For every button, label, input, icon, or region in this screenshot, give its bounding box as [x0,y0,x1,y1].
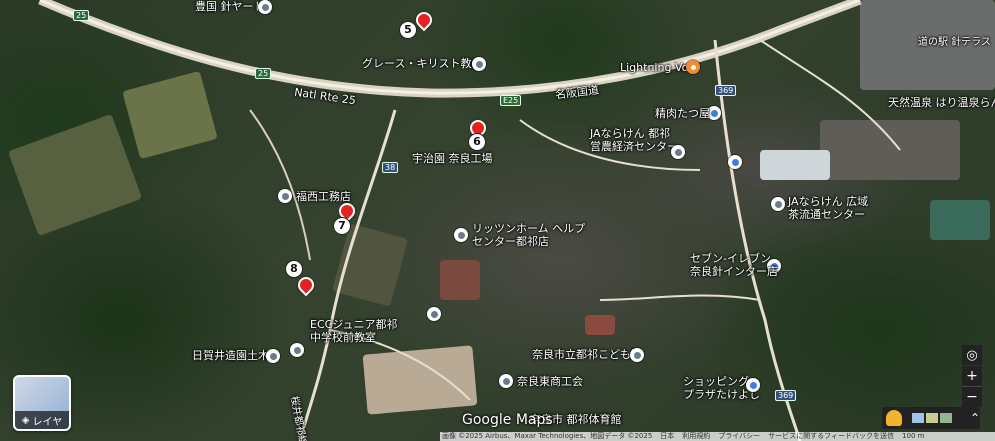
layers-icon: ◈ [21,414,30,426]
marker-8[interactable]: 8 [285,260,303,278]
place-label[interactable]: 天然温泉 はり温泉らん [888,96,995,109]
route-shield-25: 25 [73,10,90,21]
route-shield-369: 369 [775,390,797,401]
place-pin-icon[interactable] [499,374,513,388]
route-shield-e25: E25 [500,95,522,106]
place-label[interactable]: Lightning Volt [620,61,696,74]
google-maps-logo: Google Maps [462,412,553,428]
attribution-text: 画像 ©2025 Airbus、Maxar Technologies、地図データ… [442,432,653,440]
place-pin-icon[interactable] [258,0,272,14]
my-location-button[interactable]: ◎ [962,345,982,365]
place-pin-icon[interactable] [771,197,785,211]
place-label[interactable]: グレース・キリスト教会 [362,57,482,70]
place-label[interactable]: ECCジュニア都祁 中学校前教室 [310,318,398,344]
route-shield-25: 25 [255,68,272,79]
satellite-map[interactable]: Natl Rte 25 名阪国道 25 25 E25 38 369 369 桜井… [0,0,995,441]
place-pin-icon[interactable] [671,145,685,159]
region-link[interactable]: 日本 [660,432,674,441]
place-label[interactable]: JAならけん 都祁 営農経済センター [590,127,678,153]
imagery-thumbnail[interactable] [939,413,952,423]
place-label[interactable]: 豊国 針ヤード [195,0,265,13]
crosshair-icon: ◎ [966,347,978,363]
imagery-thumbnail[interactable] [925,413,938,423]
place-label[interactable]: JAならけん 広域 茶流通センター [788,195,868,221]
zoom-in-button[interactable]: + [962,366,982,386]
ev-charger-icon[interactable] [686,60,700,74]
marker-7[interactable]: 7 [333,217,351,235]
layer-toggle-button[interactable]: ◈ レイヤ [13,375,71,431]
place-pin-icon[interactable] [266,349,280,363]
school-icon[interactable] [427,307,441,321]
privacy-link[interactable]: プライバシー [718,432,760,441]
place-pin-icon[interactable] [278,189,292,203]
layer-button-label: レイヤ [32,416,63,428]
place-label[interactable]: リッツンホーム ヘルプ センター都祁店 [472,222,585,248]
place-label[interactable]: 奈良市立都祁こども園 [532,348,642,361]
school-icon[interactable] [290,343,304,357]
shop-icon[interactable] [728,155,742,169]
terms-link[interactable]: 利用規約 [682,432,710,441]
place-pin-icon[interactable] [454,228,468,242]
marker-6[interactable]: 6 [468,133,486,151]
place-label[interactable]: セブン-イレブン 奈良針インター店 [690,252,778,278]
street-view-bar: ⌃ [882,407,980,429]
route-shield-369: 369 [715,85,737,96]
marker-5[interactable]: 5 [399,21,417,39]
zoom-out-button[interactable]: − [962,386,982,407]
attribution-bar: 画像 ©2025 Airbus、Maxar Technologies、地図データ… [440,432,995,441]
expand-icon[interactable]: ⌃ [970,411,980,425]
place-label[interactable]: 宇治園 奈良工場 [412,152,493,165]
feedback-link[interactable]: サービスに関するフィードバックを送信 [768,432,894,441]
shopping-icon[interactable] [746,378,760,392]
school-icon[interactable] [630,348,644,362]
church-icon[interactable] [472,57,486,71]
place-label[interactable]: 奈良東商工会 [517,375,583,388]
place-label[interactable]: 道の駅 針テラス [918,36,991,49]
place-label[interactable]: 精肉たつ屋 [655,107,710,120]
place-label[interactable]: 日賀井造園土木 [192,349,269,362]
imagery-thumbnail[interactable] [911,413,924,423]
route-shield-38: 38 [382,162,399,173]
scale-label: 100 m [902,432,925,440]
place-label[interactable]: 福西工務店 [296,190,351,203]
pegman-icon[interactable] [886,410,902,426]
